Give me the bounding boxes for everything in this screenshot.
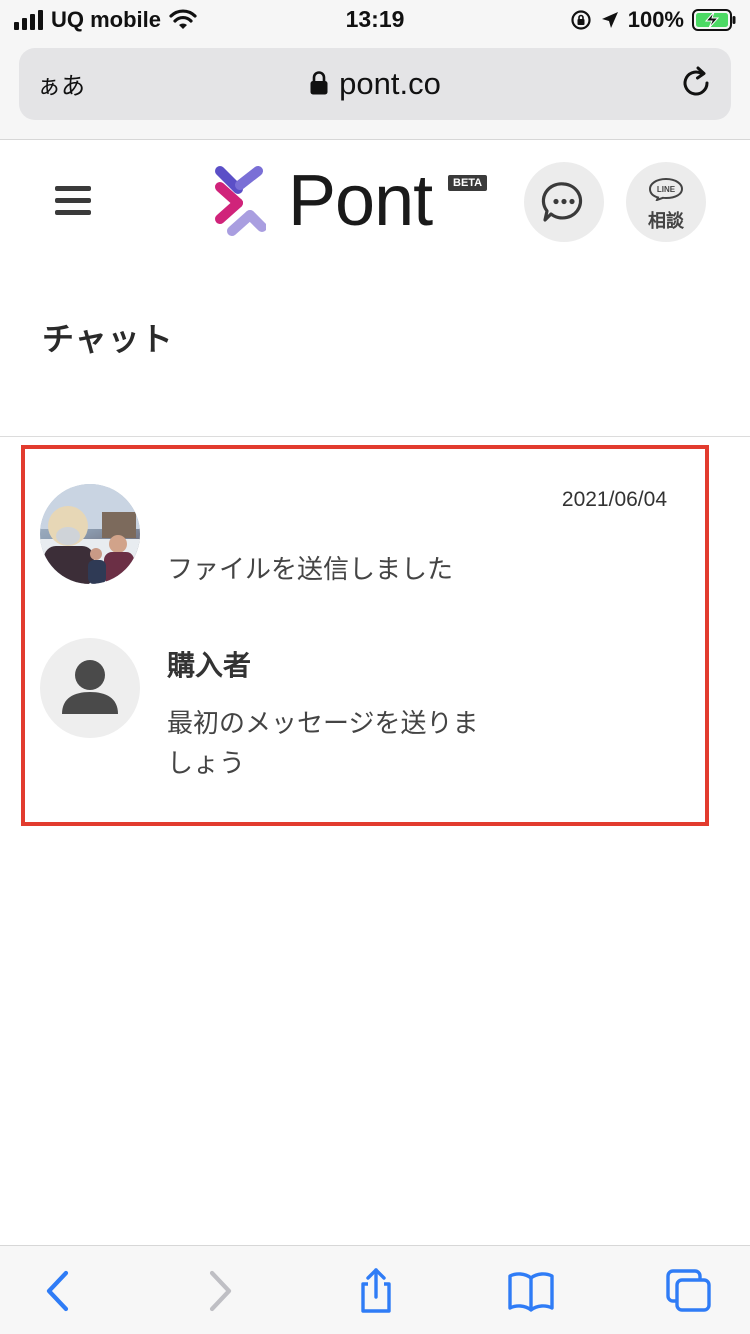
logo-text: Pont: [288, 161, 433, 241]
pont-logo-mark-icon: [215, 166, 266, 236]
battery-charging-icon: [692, 9, 736, 31]
location-icon: [601, 12, 618, 28]
battery-percent: 100%: [627, 7, 684, 32]
chat-bubble-icon: [541, 182, 583, 222]
app-header: Pont BETA LINE 相談: [0, 141, 750, 265]
avatar: [40, 638, 140, 738]
orientation-lock-icon: [571, 10, 591, 30]
back-icon[interactable]: [34, 1268, 84, 1314]
message-date: 2021/06/04: [561, 488, 667, 511]
tabs-icon[interactable]: [664, 1268, 714, 1314]
contact-name: 購入者: [167, 649, 252, 682]
reload-icon[interactable]: [679, 66, 713, 100]
line-button-label: 相談: [648, 211, 684, 232]
line-badge-text: LINE: [657, 185, 676, 194]
status-bar: UQ mobile 13:19 100%: [0, 0, 750, 40]
beta-badge: BETA: [448, 175, 488, 191]
share-icon[interactable]: [351, 1268, 401, 1314]
avatar: [40, 484, 140, 584]
line-icon: LINE: [648, 177, 684, 201]
message-preview: ファイルを送信しました: [167, 555, 454, 585]
browser-toolbar: [0, 1245, 750, 1334]
page-title: チャット: [42, 320, 174, 358]
chat-list-item[interactable]: 購入者 最初のメッセージを送りましょう: [0, 636, 750, 786]
pont-logo[interactable]: Pont BETA: [210, 159, 488, 243]
hamburger-menu-icon[interactable]: [55, 186, 91, 216]
line-consult-button[interactable]: LINE 相談: [626, 162, 706, 242]
message-preview: 最初のメッセージを送りましょう: [167, 709, 479, 779]
default-user-icon: [62, 660, 118, 714]
browser-address-area: ぁあ pont.co: [0, 40, 750, 140]
messages-button[interactable]: [524, 162, 604, 242]
bookmarks-icon[interactable]: [506, 1268, 556, 1314]
forward-icon[interactable]: [194, 1268, 244, 1314]
lock-icon: [310, 71, 328, 95]
address-bar[interactable]: ぁあ pont.co: [19, 48, 731, 120]
avatar-photo: [40, 484, 140, 584]
title-divider: [0, 436, 750, 437]
url-display[interactable]: pont.co: [19, 66, 731, 102]
chat-list-item[interactable]: 2021/06/04 ファイルを送信しました: [0, 480, 750, 590]
url-text: pont.co: [339, 66, 441, 101]
